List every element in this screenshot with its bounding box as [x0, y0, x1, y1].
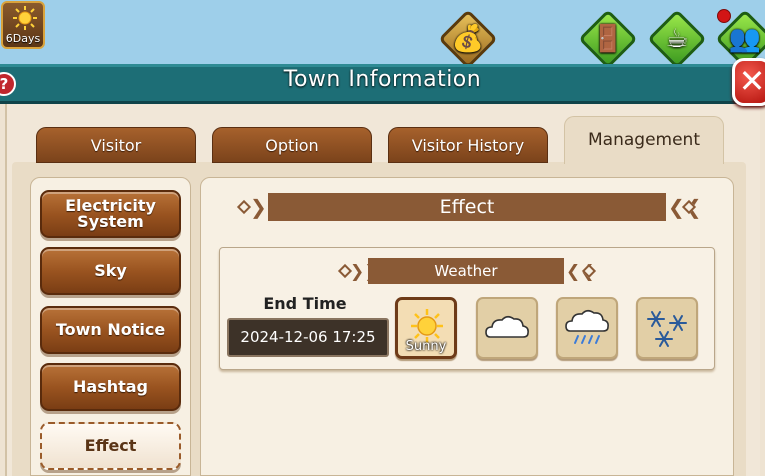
exit-button[interactable]: 🚪 — [578, 9, 638, 69]
notification-dot — [717, 9, 731, 23]
tab-option[interactable]: Option — [212, 127, 372, 163]
coin-bag-icon: 💰 — [451, 24, 485, 54]
weather-rainy-button[interactable] — [556, 297, 618, 359]
cafe-button[interactable]: ☕ — [647, 9, 707, 69]
window-titlebar: Town Information ? — [0, 64, 765, 104]
window-title: Town Information — [283, 67, 482, 92]
top-hud: 6Days 💰 🚪 ☕ 👥 — [0, 0, 765, 69]
menu-item-electricity-system[interactable]: Electricity System — [40, 190, 181, 238]
days-label: 6Days — [5, 32, 41, 45]
snowflakes-icon — [647, 311, 687, 347]
close-icon: ✕ — [738, 62, 765, 100]
weather-cloudy-button[interactable] — [476, 297, 538, 359]
tab-management[interactable]: Management — [564, 116, 724, 164]
tab-visitor[interactable]: Visitor — [36, 127, 196, 163]
weather-snowy-button[interactable] — [636, 297, 698, 359]
weather-title: Weather — [368, 258, 564, 284]
weather-label: Sunny — [405, 339, 447, 354]
coffee-cup-icon: ☕ — [665, 24, 689, 54]
menu-item-town-notice[interactable]: Town Notice — [40, 306, 181, 354]
end-time-value: 2024-12-06 17:25 — [227, 318, 389, 357]
menu-item-effect[interactable]: Effect — [40, 422, 181, 470]
close-button[interactable]: ✕ — [732, 58, 765, 106]
exit-door-icon: 🚪 — [591, 24, 625, 54]
sun-icon — [13, 6, 37, 30]
coin-bag-button[interactable]: 💰 — [438, 9, 498, 69]
day-counter-badge[interactable]: 6Days — [1, 1, 45, 49]
menu-item-sky[interactable]: Sky — [40, 247, 181, 295]
cloud-icon — [485, 315, 529, 338]
section-title: Effect — [268, 193, 666, 221]
rain-cloud-icon — [565, 309, 609, 344]
menu-item-hashtag[interactable]: Hashtag — [40, 363, 181, 411]
end-time-label: End Time — [263, 294, 347, 313]
weather-sunny-button[interactable]: Sunny — [395, 297, 457, 359]
tab-visitor-history[interactable]: Visitor History — [388, 127, 548, 163]
